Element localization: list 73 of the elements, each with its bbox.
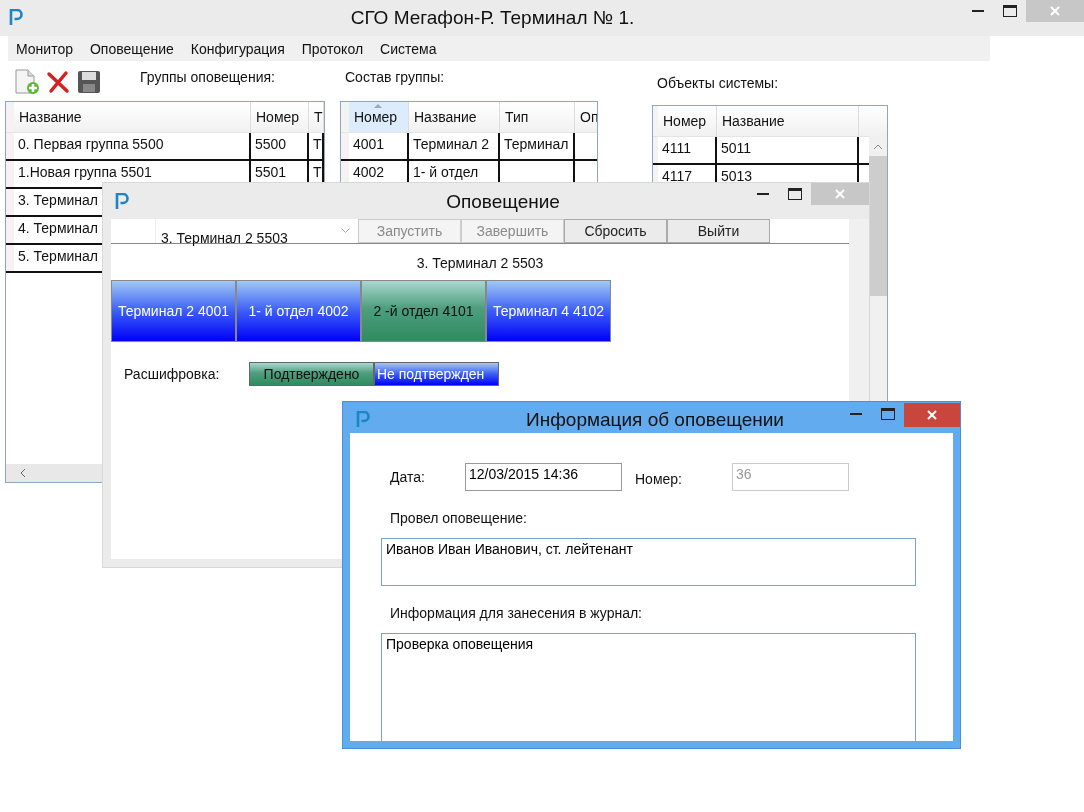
row-header[interactable] (653, 137, 658, 163)
table-cell: 4001 (349, 133, 409, 159)
field-label: Информация для занесения в журнал: (390, 605, 643, 621)
journal-field[interactable]: Проверка оповещения (381, 633, 916, 741)
table-cell: Терминал 2 (409, 133, 500, 159)
column-header[interactable]: Номер (658, 106, 717, 136)
close-icon (927, 410, 937, 420)
row-header[interactable] (6, 189, 14, 215)
row-header[interactable] (6, 245, 14, 271)
menu-item[interactable]: Протокол (293, 40, 373, 57)
dropdown-caret-icon (341, 228, 350, 233)
field-label: Провел оповещение: (390, 510, 528, 526)
app-logo-icon (9, 9, 23, 25)
column-header[interactable]: Название (717, 106, 859, 136)
column-header[interactable]: Название (409, 102, 500, 132)
scrollbar-thumb[interactable] (869, 156, 887, 296)
menu-item[interactable]: Система (372, 40, 446, 57)
section-label: Объекты системы: (657, 75, 780, 91)
column-header[interactable]: Название (14, 102, 251, 132)
delete-icon (46, 70, 70, 94)
legend-item: Подтверждено (249, 362, 374, 386)
close-icon (1050, 6, 1060, 16)
scroll-left-icon (20, 468, 26, 478)
row-header[interactable] (6, 133, 14, 159)
row-header[interactable] (341, 133, 349, 159)
table-cell: Терминал (500, 133, 575, 159)
new-document-icon (13, 69, 39, 95)
field-label: Номер: (635, 471, 683, 487)
maximize-icon (1003, 5, 1017, 17)
row-header[interactable] (6, 217, 14, 243)
column-header[interactable]: Тип (500, 102, 575, 132)
minimize-icon (972, 9, 984, 13)
maximize-icon (788, 188, 802, 200)
window-title: СГО Мегафон-Р. Терминал № 1. (349, 7, 636, 29)
column-header[interactable]: Т (309, 102, 324, 132)
terminal-tile[interactable]: 1- й отдел 4002 (236, 280, 361, 342)
menu-item[interactable]: Конфигурация (182, 40, 294, 57)
operator-field[interactable]: Иванов Иван Иванович, ст. лейтенант (381, 538, 916, 586)
section-label: Группы оповещения: (140, 69, 276, 85)
minimize-icon (850, 412, 862, 416)
column-header[interactable]: Номер (251, 102, 309, 132)
date-field[interactable]: 12/03/2015 14:36 (465, 463, 622, 491)
legend-item: Не подтвержден (374, 362, 499, 386)
app-logo-icon (115, 193, 129, 209)
window-title: Информация об оповещении (525, 409, 785, 431)
scroll-up-icon (873, 144, 883, 150)
section-label: Состав группы: (345, 69, 446, 85)
close-button[interactable] (904, 403, 960, 427)
close-icon (835, 189, 845, 199)
save-icon (77, 70, 101, 94)
table-cell: 5011 (717, 137, 859, 163)
terminal-tile[interactable]: 2 -й отдел 4101 (361, 280, 486, 342)
action-button[interactable]: Сбросить (564, 219, 667, 243)
table-cell: Т (309, 133, 324, 159)
table-cell: 0. Первая группа 5500 (14, 133, 251, 159)
table-cell: 5500 (251, 133, 309, 159)
field-label: Дата: (390, 469, 426, 485)
maximize-icon (881, 408, 895, 420)
minimize-icon (757, 192, 769, 196)
group-title: 3. Терминал 2 5503 (415, 255, 545, 273)
app-logo-icon (356, 411, 370, 427)
terminal-tile[interactable]: Терминал 2 4001 (111, 280, 236, 342)
terminal-tile[interactable]: Терминал 4 4102 (486, 280, 611, 342)
column-header[interactable]: Оп (575, 102, 597, 132)
menu-item[interactable]: Оповещение (82, 40, 183, 57)
action-button[interactable]: Выйти (667, 219, 770, 243)
column-header[interactable]: Номер (349, 102, 409, 132)
table-cell: 4111 (658, 137, 717, 163)
row-header[interactable] (6, 161, 14, 187)
legend-label: Расшифровка: (124, 366, 221, 382)
menu-item[interactable]: Монитор (8, 40, 82, 57)
sort-arrow-icon (374, 104, 382, 108)
window-title: Оповещение (445, 191, 561, 213)
